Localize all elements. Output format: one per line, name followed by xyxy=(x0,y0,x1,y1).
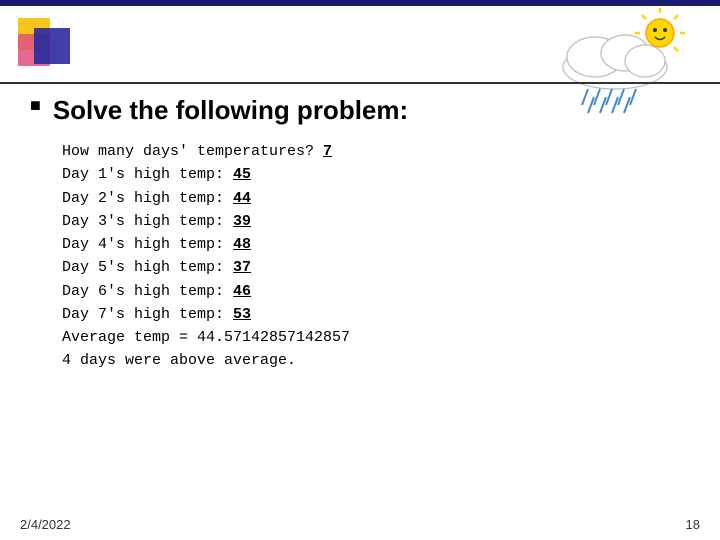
above-average-line: 4 days were above average. xyxy=(62,349,710,372)
decorative-squares xyxy=(18,18,78,78)
footer: 2/4/2022 18 xyxy=(20,517,700,532)
heading-row: ■ Solve the following problem: xyxy=(30,95,710,126)
how-many-line: How many days' temperatures? 7 xyxy=(62,140,710,163)
footer-date: 2/4/2022 xyxy=(20,517,71,532)
day4-val: 48 xyxy=(233,236,251,253)
day6-val: 46 xyxy=(233,283,251,300)
day1-val: 45 xyxy=(233,166,251,183)
footer-page: 18 xyxy=(686,517,700,532)
day3-line: Day 3's high temp: 39 xyxy=(62,210,710,233)
horizontal-rule xyxy=(0,82,720,84)
day2-line: Day 2's high temp: 44 xyxy=(62,187,710,210)
page-title: Solve the following problem: xyxy=(53,95,408,126)
day2-val: 44 xyxy=(233,190,251,207)
main-section: ■ Solve the following problem: How many … xyxy=(30,95,710,373)
day6-line: Day 6's high temp: 46 xyxy=(62,280,710,303)
average-line: Average temp = 44.57142857142857 xyxy=(62,326,710,349)
days-count: 7 xyxy=(323,143,332,160)
blue-square xyxy=(34,28,70,64)
day1-line: Day 1's high temp: 45 xyxy=(62,163,710,186)
bullet-icon: ■ xyxy=(30,97,41,117)
day7-val: 53 xyxy=(233,306,251,323)
day7-line: Day 7's high temp: 53 xyxy=(62,303,710,326)
content-block: How many days' temperatures? 7 Day 1's h… xyxy=(62,140,710,373)
day3-val: 39 xyxy=(233,213,251,230)
day5-val: 37 xyxy=(233,259,251,276)
day5-line: Day 5's high temp: 37 xyxy=(62,256,710,279)
day4-line: Day 4's high temp: 48 xyxy=(62,233,710,256)
